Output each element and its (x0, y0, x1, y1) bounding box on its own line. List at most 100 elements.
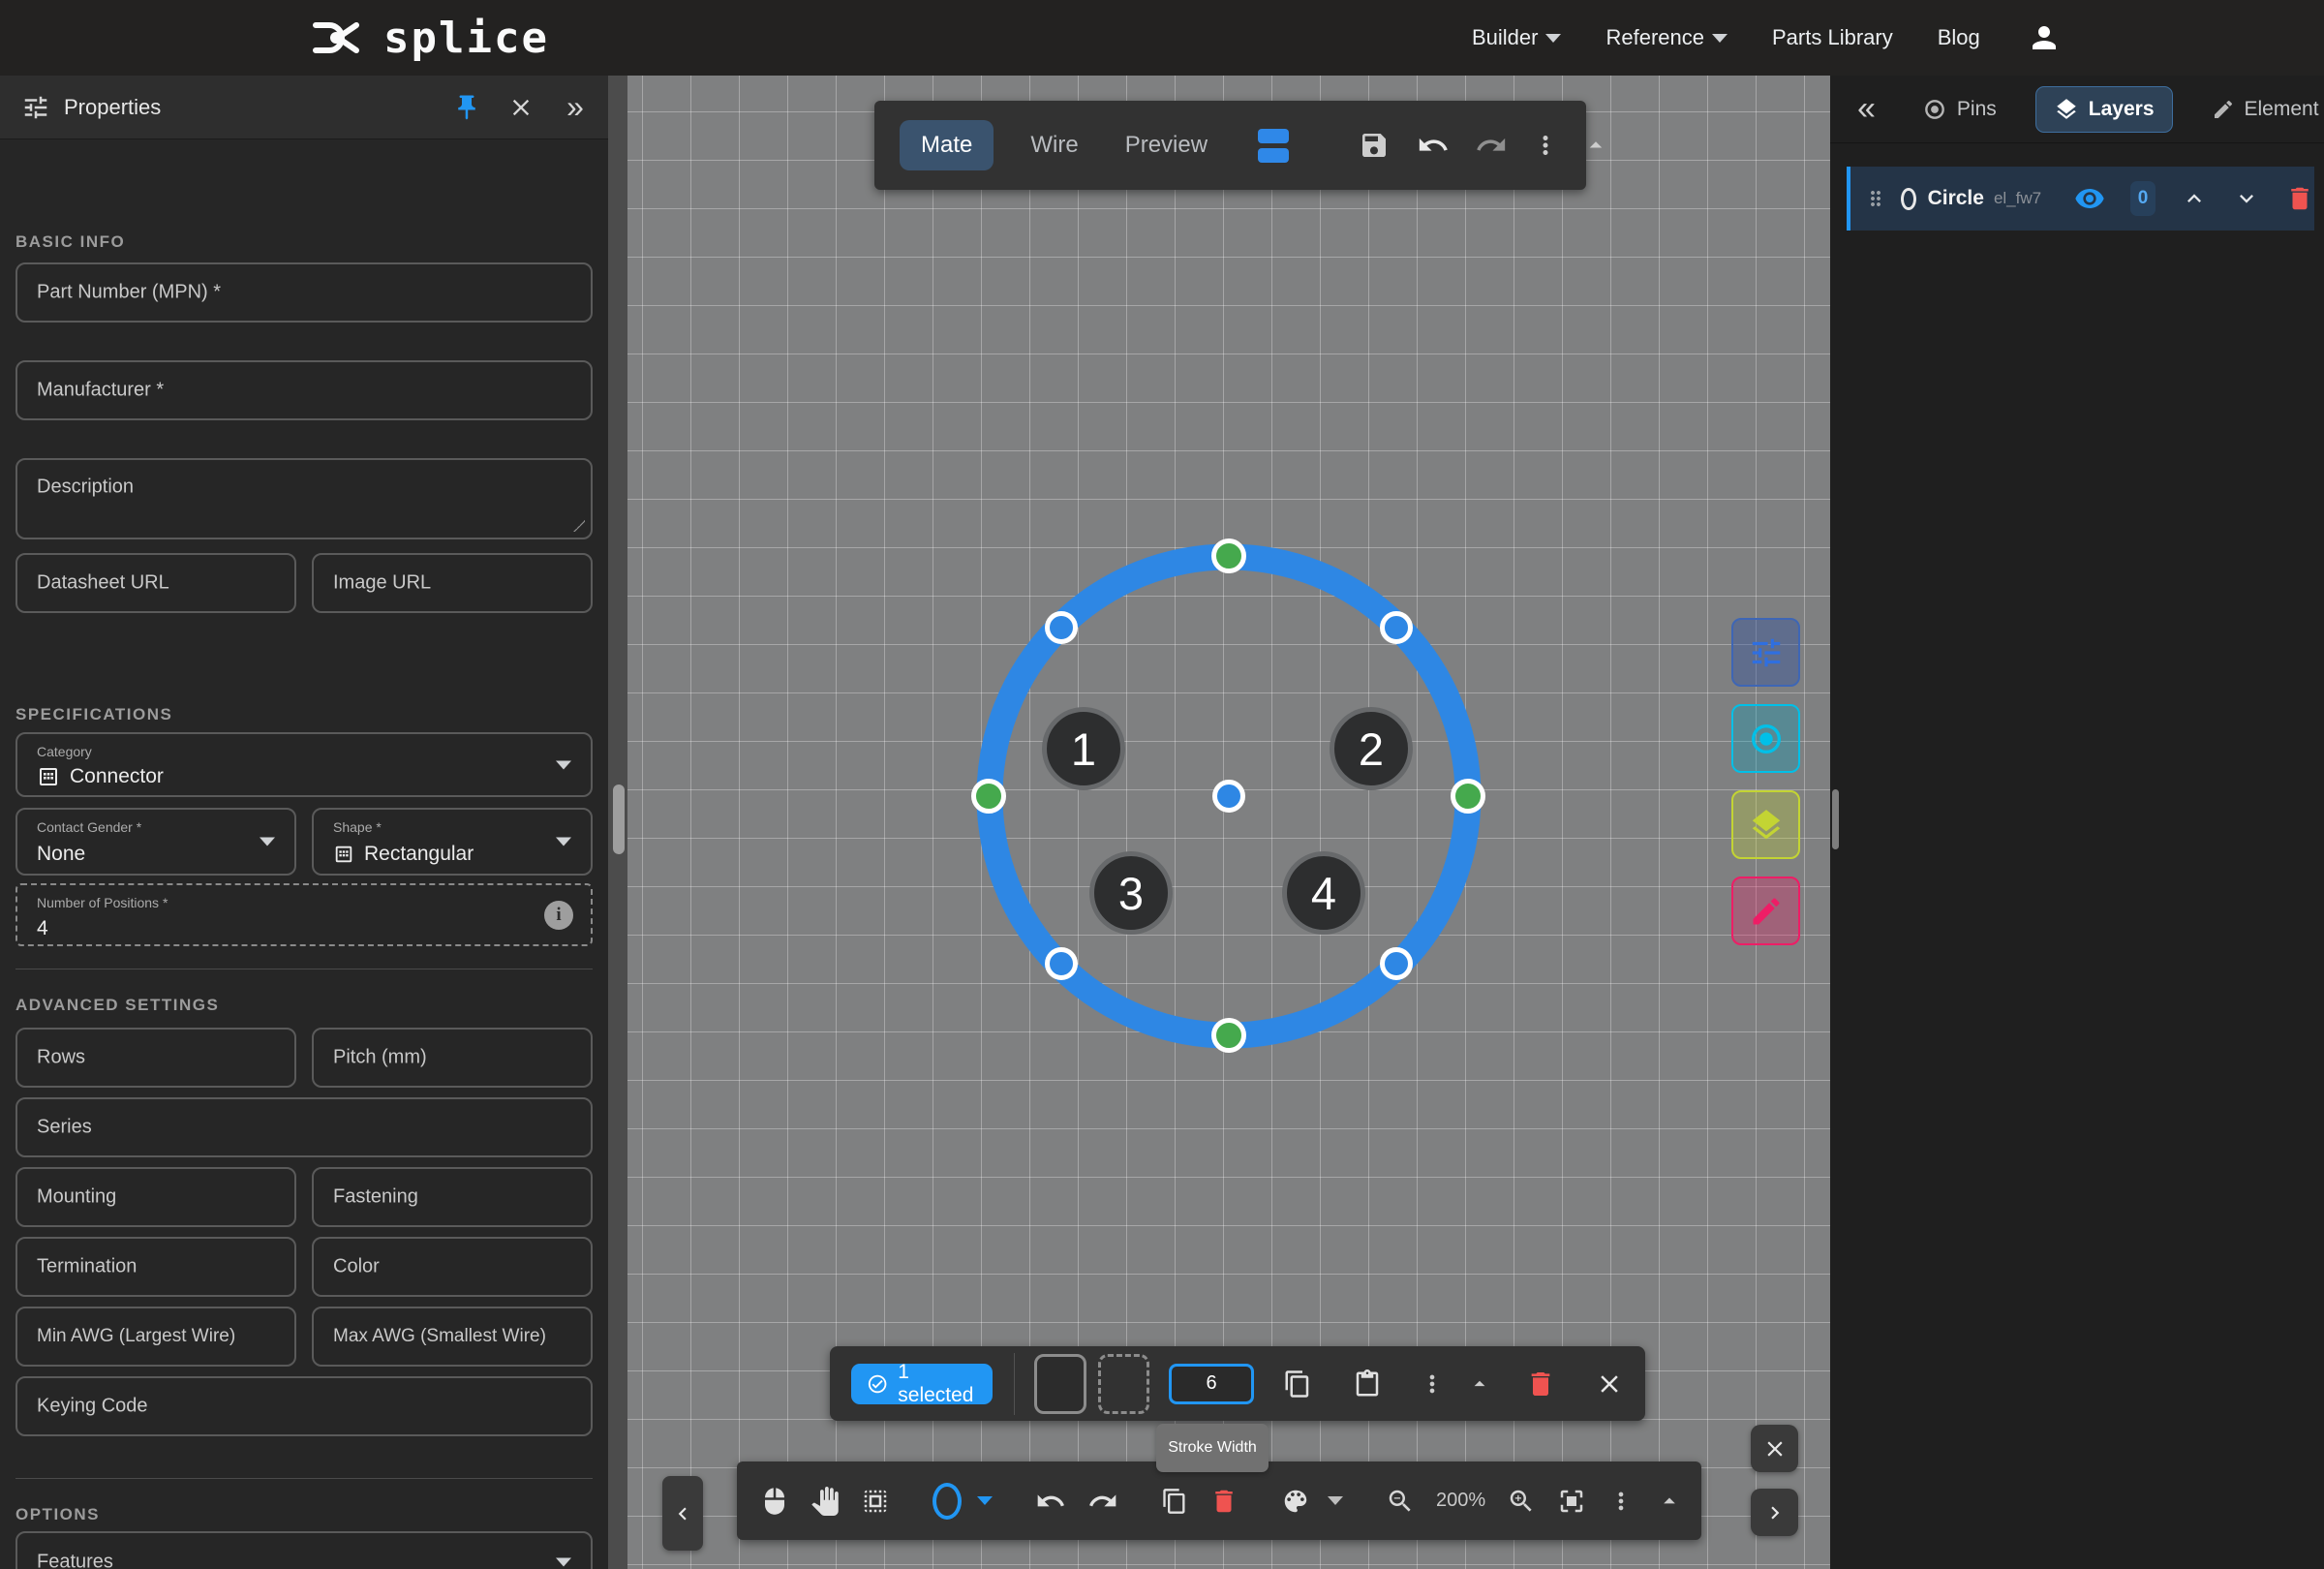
category-select[interactable]: Category Connector (15, 732, 593, 797)
layer-row-circle[interactable]: Circle el_fw7 0 (1847, 167, 2314, 231)
collapse-panel-icon[interactable]: » (548, 89, 602, 125)
copy-icon[interactable] (1161, 1488, 1188, 1515)
save-icon[interactable] (1359, 130, 1390, 161)
show-left-panel-button[interactable] (662, 1476, 703, 1551)
tab-preview[interactable]: Preview (1125, 132, 1208, 159)
features-select[interactable]: Features (15, 1531, 593, 1569)
nav-reference[interactable]: Reference (1605, 25, 1728, 50)
user-account-icon[interactable] (2027, 20, 2062, 55)
layer-order-badge[interactable]: 0 (2130, 181, 2156, 216)
collapse-toolbar-icon[interactable] (1467, 1371, 1492, 1397)
collapse-toolbar-icon[interactable] (1656, 1488, 1683, 1515)
max-awg-field[interactable]: Max AWG (Smallest Wire) (312, 1307, 593, 1367)
fit-to-screen-icon[interactable] (1557, 1487, 1586, 1516)
more-options-icon[interactable] (1531, 131, 1560, 160)
tab-pins[interactable]: Pins (1922, 97, 1997, 122)
ellipse-tool-icon[interactable] (933, 1483, 962, 1520)
splice-logo[interactable]: splice (308, 0, 549, 76)
connector-pin-1[interactable]: 1 (1042, 707, 1125, 790)
collapse-toolbar-icon[interactable] (1581, 131, 1610, 160)
copy-icon[interactable] (1283, 1369, 1312, 1399)
stack-view-icon[interactable] (1258, 129, 1289, 163)
info-icon[interactable]: i (544, 901, 573, 930)
nav-parts-library[interactable]: Parts Library (1772, 25, 1893, 50)
fastening-field[interactable]: Fastening (312, 1167, 593, 1227)
sidebar-scrollbar-thumb[interactable] (613, 784, 625, 854)
handle-top-right[interactable] (1380, 611, 1413, 644)
resize-handle[interactable] (573, 520, 585, 532)
color-field[interactable]: Color (312, 1237, 593, 1297)
connector-pin-4[interactable]: 4 (1282, 851, 1365, 935)
mounting-field[interactable]: Mounting (15, 1167, 296, 1227)
description-field[interactable]: Description (15, 458, 593, 539)
stroke-width-input[interactable] (1169, 1364, 1254, 1404)
more-options-icon[interactable] (1419, 1370, 1446, 1398)
nav-builder[interactable]: Builder (1472, 25, 1561, 50)
handle-top-left[interactable] (1045, 611, 1078, 644)
fill-color-swatch[interactable] (1034, 1354, 1086, 1414)
part-number-field[interactable]: Part Number (MPN) * (15, 262, 593, 323)
connector-pin-2[interactable]: 2 (1330, 707, 1413, 790)
pan-tool-icon[interactable] (810, 1487, 840, 1516)
manufacturer-field[interactable]: Manufacturer * (15, 360, 593, 420)
shape-select[interactable]: Shape * Rectangular (312, 808, 593, 876)
delete-icon[interactable] (1209, 1487, 1238, 1516)
visibility-icon[interactable] (2074, 183, 2105, 214)
close-canvas-button[interactable] (1751, 1425, 1798, 1472)
number-of-positions-field[interactable]: Number of Positions * 4 i (15, 883, 593, 946)
select-area-icon[interactable] (861, 1487, 890, 1516)
undo-icon[interactable] (1417, 129, 1450, 162)
handle-center[interactable] (1212, 780, 1245, 813)
palette-dropdown-icon[interactable] (1328, 1496, 1343, 1505)
zoom-in-icon[interactable] (1507, 1487, 1536, 1516)
edit-tool-button[interactable] (1731, 877, 1800, 945)
contact-gender-select[interactable]: Contact Gender * None (15, 808, 296, 876)
pin-panel-icon[interactable] (440, 93, 494, 122)
tab-wire[interactable]: Wire (1030, 132, 1078, 159)
close-panel-icon[interactable] (494, 94, 548, 121)
mouse-tool-icon[interactable] (760, 1487, 789, 1516)
connector-ring[interactable] (627, 76, 1830, 1569)
tab-mate[interactable]: Mate (900, 120, 994, 170)
nav-blog[interactable]: Blog (1938, 25, 1980, 50)
handle-right[interactable] (1451, 779, 1485, 814)
layers-tool-button[interactable] (1731, 790, 1800, 859)
termination-field[interactable]: Termination (15, 1237, 296, 1297)
close-selection-icon[interactable] (1595, 1369, 1624, 1399)
delete-layer-icon[interactable] (2285, 184, 2314, 213)
collapse-right-panel-icon[interactable]: « (1857, 90, 1876, 128)
delete-icon[interactable] (1525, 1369, 1556, 1400)
paste-icon[interactable] (1353, 1369, 1382, 1399)
handle-bottom[interactable] (1211, 1018, 1246, 1053)
zoom-out-icon[interactable] (1386, 1487, 1415, 1516)
selection-count-chip[interactable]: 1 selected (851, 1364, 993, 1404)
handle-bottom-left[interactable] (1045, 947, 1078, 980)
drag-handle-icon[interactable] (1864, 187, 1887, 210)
handle-top[interactable] (1211, 538, 1246, 573)
more-options-icon[interactable] (1607, 1488, 1635, 1515)
canvas-scrollbar-thumb[interactable] (1832, 789, 1839, 849)
redo-icon[interactable] (1475, 129, 1508, 162)
palette-icon[interactable] (1281, 1487, 1310, 1516)
tab-element[interactable]: Element (2212, 98, 2319, 121)
rows-field[interactable]: Rows (15, 1028, 296, 1088)
undo-icon[interactable] (1035, 1486, 1066, 1517)
datasheet-url-field[interactable]: Datasheet URL (15, 553, 296, 613)
image-url-field[interactable]: Image URL (312, 553, 593, 613)
handle-bottom-right[interactable] (1380, 947, 1413, 980)
move-layer-down-icon[interactable] (2233, 185, 2260, 212)
properties-tool-button[interactable] (1731, 618, 1800, 687)
show-right-panel-button[interactable] (1751, 1489, 1798, 1536)
tab-layers[interactable]: Layers (2035, 86, 2173, 133)
stroke-color-swatch[interactable] (1098, 1354, 1149, 1414)
keying-code-field[interactable]: Keying Code (15, 1376, 593, 1436)
handle-left[interactable] (971, 779, 1006, 814)
pin-panel-icon[interactable] (2319, 95, 2324, 124)
move-layer-up-icon[interactable] (2181, 185, 2208, 212)
connector-pin-3[interactable]: 3 (1089, 851, 1173, 935)
design-canvas[interactable]: 1 2 3 4 Mate Wire Preview (627, 76, 1830, 1569)
sidebar-scrollbar[interactable] (608, 76, 627, 1569)
series-field[interactable]: Series (15, 1097, 593, 1157)
pins-tool-button[interactable] (1731, 704, 1800, 773)
pitch-field[interactable]: Pitch (mm) (312, 1028, 593, 1088)
